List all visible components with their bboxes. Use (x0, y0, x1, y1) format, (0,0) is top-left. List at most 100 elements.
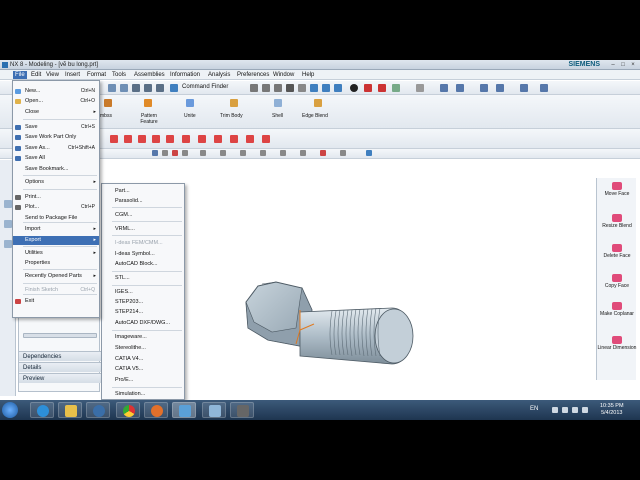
menu-preferences[interactable]: Preferences (237, 72, 269, 78)
export-item-part[interactable]: Part... (102, 187, 184, 196)
file-menu-item-save-bookmark[interactable]: Save Bookmark... (13, 165, 99, 174)
command-finder-icon[interactable] (170, 84, 178, 92)
feature-partial-label[interactable]: mbss (100, 113, 112, 119)
trim-body-label[interactable]: Trim Body (220, 113, 243, 119)
offset-curve-icon[interactable] (246, 135, 254, 143)
snap-icon[interactable] (364, 84, 372, 92)
volume-icon[interactable] (582, 407, 588, 413)
export-item-autocad-block[interactable]: AutoCAD Block... (102, 260, 184, 269)
file-menu-item-save-as[interactable]: Save As... Ctrl+Shift+A (13, 144, 99, 153)
export-item-i-deas-symbol[interactable]: I-deas Symbol... (102, 250, 184, 259)
chamfer-icon[interactable] (182, 135, 190, 143)
snap-bounded-icon[interactable] (340, 150, 346, 156)
file-menu-item-print[interactable]: Print... (13, 193, 99, 202)
export-item-catia-v4[interactable]: CATIA V4... (102, 355, 184, 364)
file-menu-item-save[interactable]: Save Ctrl+S (13, 123, 99, 132)
snap-existing-icon[interactable] (260, 150, 266, 156)
snap-endpoint-icon[interactable] (162, 150, 168, 156)
section-icon[interactable] (416, 84, 424, 92)
edge-blend-icon[interactable] (314, 99, 322, 107)
menu-edit[interactable]: Edit (31, 72, 41, 78)
file-menu-item-close[interactable]: Close ▸ (13, 108, 99, 117)
unite-icon[interactable] (186, 99, 194, 107)
menu-window[interactable]: Window (273, 72, 294, 78)
export-item-stereolithe[interactable]: Stereolithe... (102, 344, 184, 353)
snap-midpoint-icon[interactable] (172, 150, 178, 156)
file-menu-item-options[interactable]: Options ▸ (13, 178, 99, 187)
pattern-feature-label[interactable]: Pattern Feature (134, 113, 164, 125)
pattern-feature-icon[interactable] (144, 99, 152, 107)
sketch-icon[interactable] (110, 135, 118, 143)
export-item-cgm[interactable]: CGM... (102, 211, 184, 220)
fit-icon[interactable] (262, 84, 270, 92)
fillet-icon[interactable] (166, 135, 174, 143)
snap-point-icon[interactable] (240, 150, 246, 156)
file-menu-item-new[interactable]: New... Ctrl+N (13, 87, 99, 96)
export-item-step203[interactable]: STEP203... (102, 298, 184, 307)
rotate-icon[interactable] (286, 84, 294, 92)
zoom-icon[interactable] (274, 84, 282, 92)
analysis-icon[interactable] (496, 84, 504, 92)
menu-file[interactable]: File (13, 71, 27, 79)
file-menu-item-save-work-part-only[interactable]: Save Work Part Only (13, 133, 99, 142)
arc-icon[interactable] (138, 135, 146, 143)
export-item-autocad-dxf-dwg[interactable]: AutoCAD DXF/DWG... (102, 319, 184, 328)
undo-icon[interactable] (108, 84, 116, 92)
file-menu-item-utilities[interactable]: Utilities ▸ (13, 249, 99, 258)
file-menu-item-exit[interactable]: Exit (13, 297, 99, 306)
line-icon[interactable] (124, 135, 132, 143)
options-icon[interactable] (540, 84, 548, 92)
network-icon[interactable] (572, 407, 578, 413)
system-clock[interactable]: 10:35 PM 5/4/2013 (600, 403, 624, 417)
taskbar-explorer[interactable] (58, 402, 82, 418)
snap-tangent-icon[interactable] (320, 150, 326, 156)
snap-on-face-icon[interactable] (300, 150, 306, 156)
command-finder-label[interactable]: Command Finder (182, 84, 228, 90)
file-menu-item-recently-opened-parts[interactable]: Recently Opened Parts ▸ (13, 272, 99, 281)
preview-section[interactable]: Preview (19, 373, 101, 383)
snap-on-curve-icon[interactable] (280, 150, 286, 156)
menu-insert[interactable]: Insert (65, 72, 80, 78)
snap-intersection-icon[interactable] (220, 150, 226, 156)
layer-icon[interactable] (392, 84, 400, 92)
file-menu-item-properties[interactable]: Properties (13, 259, 99, 268)
navigator-scrollbar[interactable] (23, 333, 97, 338)
taskbar-app3[interactable] (230, 402, 254, 418)
snap-quadrant-icon[interactable] (200, 150, 206, 156)
export-item-pro-e[interactable]: Pro/E... (102, 376, 184, 385)
export-item-catia-v5[interactable]: CATIA V5... (102, 365, 184, 374)
redo-icon[interactable] (120, 84, 128, 92)
trim-curve-icon[interactable] (262, 135, 270, 143)
feature-partial-icon[interactable] (104, 99, 112, 107)
rectangle-icon[interactable] (198, 135, 206, 143)
export-item-i-deas-fem-cmm[interactable]: I-deas FEM/CMM... (102, 239, 184, 248)
orient-view-icon[interactable] (334, 84, 342, 92)
file-menu-item-open[interactable]: Open... Ctrl+O (13, 97, 99, 106)
move-face-tool[interactable]: Move Face (597, 182, 637, 197)
point-icon[interactable] (230, 135, 238, 143)
view-icon[interactable] (250, 84, 258, 92)
details-section[interactable]: Details (19, 362, 101, 372)
menu-assemblies[interactable]: Assemblies (134, 72, 165, 78)
roles-tab-icon[interactable] (4, 240, 12, 248)
paste-icon[interactable] (156, 84, 164, 92)
shaded-icon[interactable] (310, 84, 318, 92)
trim-body-icon[interactable] (230, 99, 238, 107)
minimize-button[interactable]: – (608, 61, 618, 69)
menu-view[interactable]: View (46, 72, 59, 78)
menu-analysis[interactable]: Analysis (208, 72, 230, 78)
move-icon[interactable] (440, 84, 448, 92)
taskbar-app2[interactable] (202, 402, 226, 418)
tray-flag-icon[interactable] (562, 407, 568, 413)
unite-label[interactable]: Unite (184, 113, 196, 119)
file-menu-item-save-all[interactable]: Save All (13, 154, 99, 163)
wireframe-icon[interactable] (322, 84, 330, 92)
cut-icon[interactable] (132, 84, 140, 92)
render-style-icon[interactable] (350, 84, 358, 92)
tray-up-icon[interactable] (552, 407, 558, 413)
copy-face-tool[interactable]: Copy Face (597, 274, 637, 289)
history-tab-icon[interactable] (4, 220, 12, 228)
edge-blend-label[interactable]: Edge Blend (302, 113, 328, 119)
maximize-button[interactable]: □ (618, 61, 628, 69)
close-button[interactable]: × (628, 61, 638, 69)
